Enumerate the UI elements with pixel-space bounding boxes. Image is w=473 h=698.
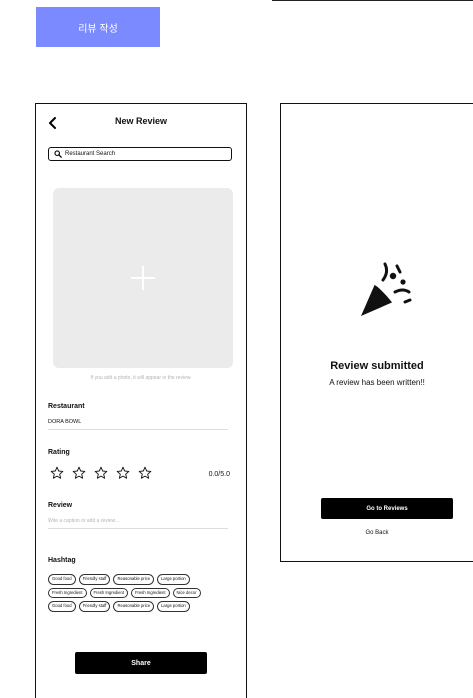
hashtag-chip[interactable]: Large portion bbox=[157, 601, 190, 612]
hashtag-chip[interactable]: Fresh Ingredient bbox=[131, 587, 170, 598]
star-outline-icon[interactable] bbox=[116, 466, 130, 480]
review-label: Review bbox=[48, 502, 73, 509]
hashtag-list: Good food Friendly staff Reasonable price L… bbox=[48, 574, 244, 615]
hashtag-chip[interactable]: Friendly staff bbox=[78, 574, 111, 585]
rating-stars bbox=[50, 466, 152, 480]
frame-label: 리뷰 작성 bbox=[36, 7, 160, 47]
hashtag-chip[interactable]: Nice decor bbox=[172, 587, 201, 598]
hashtag-row: Good food Friendly staff Reasonable price L… bbox=[48, 574, 244, 585]
submitted-subtitle: A review has been written!! bbox=[329, 378, 425, 387]
search-placeholder: Restaurant Search bbox=[65, 151, 116, 157]
hashtag-chip[interactable]: Reasonable price bbox=[113, 574, 155, 585]
restaurant-value[interactable]: DORA BOWL bbox=[48, 419, 81, 425]
review-submitted-screen: Review submitted A review has been writt… bbox=[280, 103, 473, 562]
hashtag-chip[interactable]: Good food bbox=[48, 574, 76, 585]
search-icon bbox=[54, 150, 62, 158]
hashtag-chip[interactable]: Large portion bbox=[157, 574, 190, 585]
hashtag-chip[interactable]: Reasonable price bbox=[113, 601, 155, 612]
hashtag-label: Hashtag bbox=[48, 557, 76, 564]
photo-hint: If you add a photo, it will appear in th… bbox=[90, 375, 192, 381]
hashtag-row: Fresh Ingredient Fresh Ingredient Fresh In… bbox=[48, 587, 244, 598]
star-outline-icon[interactable] bbox=[72, 466, 86, 480]
hashtag-chip[interactable]: Fresh Ingredient bbox=[89, 587, 128, 598]
page-title: New Review bbox=[114, 116, 168, 126]
share-button[interactable]: Share bbox=[75, 652, 207, 674]
go-back-link[interactable]: Go Back bbox=[281, 530, 473, 536]
add-photo-area[interactable] bbox=[53, 188, 233, 368]
rating-value: 0.0/5.0 bbox=[208, 471, 230, 478]
star-outline-icon[interactable] bbox=[50, 466, 64, 480]
hashtag-chip[interactable]: Fresh Ingredient bbox=[48, 587, 87, 598]
star-outline-icon[interactable] bbox=[94, 466, 108, 480]
new-review-screen: New Review Restaurant Search If you add … bbox=[35, 103, 247, 698]
review-input[interactable] bbox=[48, 516, 228, 526]
divider bbox=[48, 528, 228, 529]
submitted-title: Review submitted bbox=[330, 360, 424, 372]
hashtag-chip[interactable]: Good food bbox=[48, 601, 76, 612]
star-outline-icon[interactable] bbox=[138, 466, 152, 480]
restaurant-label: Restaurant bbox=[48, 403, 85, 410]
hashtag-chip[interactable]: Friendly staff bbox=[78, 601, 111, 612]
restaurant-search-input[interactable]: Restaurant Search bbox=[48, 147, 232, 161]
divider bbox=[48, 429, 228, 430]
plus-icon bbox=[131, 266, 155, 290]
rating-label: Rating bbox=[48, 449, 70, 456]
party-popper-icon bbox=[361, 262, 412, 316]
go-to-reviews-button[interactable]: Go to Reviews bbox=[321, 498, 453, 519]
hashtag-row: Good food Friendly staff Reasonable price L… bbox=[48, 601, 244, 612]
frame-edge bbox=[272, 0, 473, 1]
